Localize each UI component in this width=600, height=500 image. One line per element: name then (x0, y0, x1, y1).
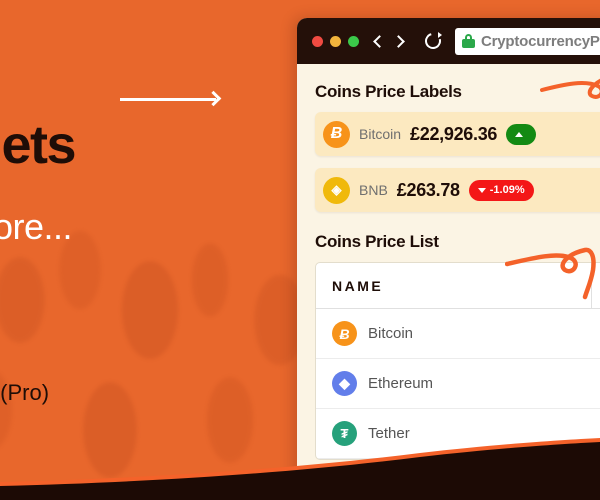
table-row[interactable]: Ƀ Bitcoin (316, 309, 600, 359)
coin-name: Ethereum (368, 375, 434, 392)
table-header: NAME (316, 263, 600, 309)
address-bar[interactable]: CryptocurrencyPlu (455, 27, 600, 55)
chevron-left-icon[interactable] (373, 34, 386, 48)
coin-name: BNB (359, 182, 388, 198)
table-row[interactable]: ◆ Ethereum (316, 359, 600, 409)
coin-name: Tether (368, 425, 410, 442)
bitcoin-icon: Ƀ (323, 120, 350, 148)
navigation-buttons[interactable] (373, 34, 405, 48)
change-value: -1.09% (489, 184, 525, 196)
coins-price-table: NAME Ƀ Bitcoin ◆ Ethereum ₮ Tether (315, 262, 600, 460)
chevron-right-icon[interactable] (392, 34, 405, 48)
close-button[interactable] (312, 35, 323, 47)
status-badge (506, 123, 537, 145)
coin-price: £263.78 (396, 179, 460, 200)
ethereum-icon: ◆ (332, 371, 357, 396)
minimize-button[interactable] (330, 35, 341, 47)
list-item: more layouts. (Pro) (0, 380, 50, 405)
promo-subhead: er & more... (0, 206, 73, 247)
url-text: CryptocurrencyPlu (481, 32, 600, 50)
page-content: Coins Price Labels Ƀ Bitcoin £22,926.36 … (297, 64, 600, 460)
coin-name: Bitcoin (368, 325, 414, 342)
price-label-row[interactable]: Ƀ Bitcoin £22,926.36 (315, 112, 600, 156)
column-header-name[interactable]: NAME (316, 278, 591, 294)
lock-icon (462, 34, 475, 48)
price-label-row[interactable]: ◈ BNB £263.78 -1.09% (315, 168, 600, 212)
column-divider (591, 263, 592, 308)
arrow-right-icon (120, 90, 225, 107)
browser-toolbar: CryptocurrencyPlu (297, 18, 600, 64)
reload-icon[interactable] (422, 30, 444, 52)
bnb-icon: ◈ (323, 176, 350, 204)
triangle-up-icon (515, 131, 524, 137)
promo-feature-list: via shortcode. nts easily. more layouts.… (0, 280, 292, 433)
page-subtitle: Coins Price List (315, 232, 439, 251)
coin-name: Bitcoin (359, 126, 402, 142)
promo-headline: Widgets (0, 115, 77, 175)
window-controls[interactable] (312, 35, 359, 47)
tether-icon: ₮ (332, 421, 357, 446)
bitcoin-icon: Ƀ (332, 321, 357, 346)
page-title: Coins Price Labels (315, 82, 462, 101)
list-item: via shortcode. (0, 280, 292, 302)
list-item: nts easily. (0, 331, 292, 353)
triangle-down-icon (477, 187, 486, 193)
status-badge: -1.09% (468, 179, 534, 201)
promo-panel: Widgets er & more... via shortcode. nts … (0, 0, 340, 500)
table-row[interactable]: ₮ Tether (316, 409, 600, 459)
maximize-button[interactable] (348, 35, 359, 47)
browser-window: CryptocurrencyPlu Coins Price Labels Ƀ B… (297, 18, 600, 483)
coin-price: £22,926.36 (410, 123, 498, 144)
